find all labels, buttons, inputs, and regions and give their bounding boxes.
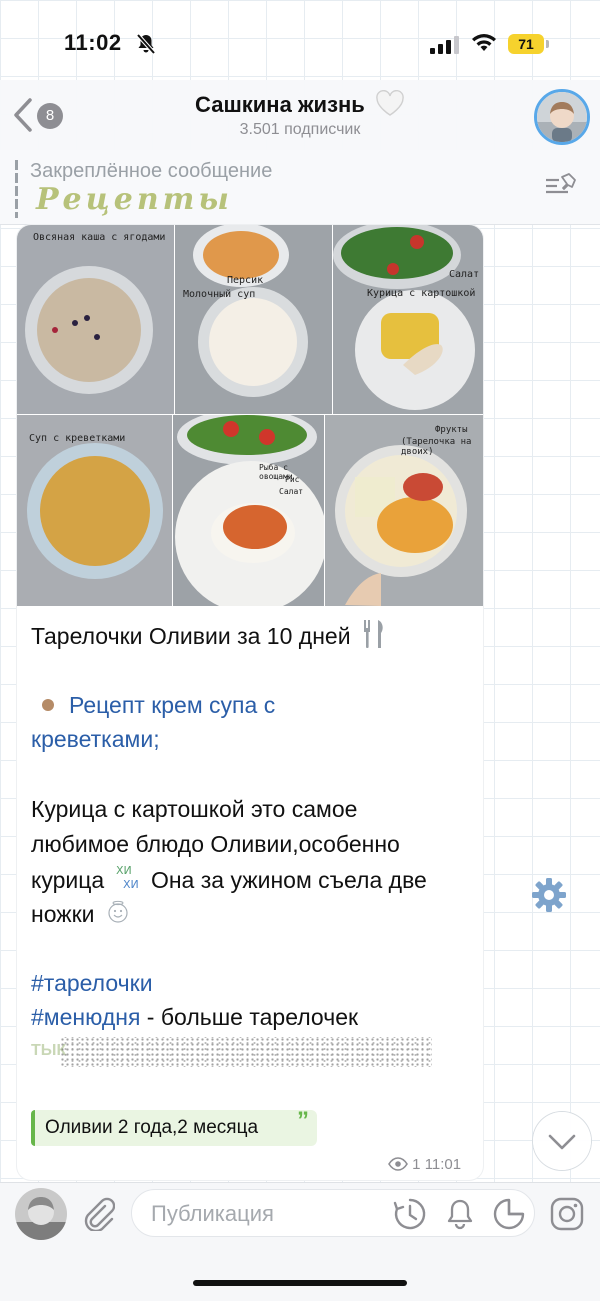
photo-label: Фрукты [435,425,468,435]
photo-label-2: Курица с картошкой [367,288,476,299]
paragraph-word: курица [31,867,105,893]
status-time: 11:02 [64,30,122,55]
hashtag-menudnya[interactable]: #менюдня [31,1004,140,1030]
photo-label: Персик [227,275,264,286]
hashtag-suffix: - больше тарелочек [140,1004,359,1030]
chevron-down-icon [548,1134,576,1150]
signal-icon [430,36,459,54]
photo-label-2: (Тарелочка на двоих) [401,437,472,457]
photo-chicken-potatoes[interactable]: Салат Курица с картошкой [333,225,483,414]
photo-milk-soup[interactable]: Персик Молочный суп [175,225,332,414]
message-title-line: Тарелочки Оливии за 10 дней [31,618,387,653]
spoiler-text[interactable] [60,1037,432,1067]
bell-off-icon [136,33,156,55]
home-indicator [193,1280,407,1286]
photo-fruits[interactable]: Фрукты (Тарелочка на двоих) [325,415,483,606]
message-meta: 1 11:01 [388,1156,461,1173]
wifi-icon [472,34,496,51]
sticker-icon[interactable] [492,1197,526,1231]
quote-bar [31,1110,35,1146]
view-count: 1 [412,1156,421,1173]
subscriber-count: 3.501 подписчик [239,121,361,138]
channel-avatar[interactable] [534,89,590,145]
paragraph-line-4: ножки [31,897,131,931]
battery-indicator: 71 [508,34,544,54]
pinned-text: Рецепты [36,182,233,217]
gear-icon[interactable] [530,876,568,914]
pinned-indicator [15,160,18,218]
instagram-icon[interactable] [549,1196,585,1232]
channel-title-text: Сашкина жизнь [195,92,365,117]
photo-label-2: Молочный суп [183,289,256,300]
dot-emoji [42,699,54,711]
paragraph-word-4: ножки [31,901,95,927]
photo-label: Суп с креветками [29,433,126,444]
hashtag-tarelochki[interactable]: #тарелочки [31,966,153,1000]
svg-text:ХИ: ХИ [116,864,132,877]
paragraph-line-2: любимое блюдо Оливии,особенно [31,831,400,857]
sender-avatar[interactable] [15,1188,67,1240]
photo-label: Салат [449,269,480,280]
fork-knife-emoji [363,620,383,648]
paragraph-line-1: Курица с картошкой это самое [31,796,358,822]
paragraph-rest: Она за ужином съела две [150,867,427,893]
photo-fish-rice[interactable]: Рыба с овощами Рис Салат [173,415,324,606]
battery-tip [546,40,549,48]
photo-label: Овсяная каша с ягодами [33,232,166,243]
paperclip-icon[interactable] [81,1197,115,1231]
message-input-placeholder: Публикация [151,1201,274,1226]
smile-emoji [108,900,128,923]
photo-label-2: Рис [285,475,300,484]
message-time: 11:01 [424,1156,462,1173]
pinned-label: Закреплённое сообщение [30,160,273,182]
eye-icon [388,1157,408,1171]
clock-icon[interactable] [393,1197,427,1231]
channel-title[interactable]: Сашкина жизнь [0,89,600,118]
white-heart-icon [376,89,404,116]
pinned-list-icon[interactable] [544,172,578,198]
hashtag-line: #менюдня - больше тарелочек [31,1000,358,1034]
hihi-emoji: ХИ ХИ [116,864,139,891]
quote-text: Оливии 2 года,2 месяца [45,1117,259,1138]
recipe-link[interactable]: Рецепт крем супа с [69,692,275,718]
scroll-down-button[interactable] [533,1112,591,1170]
photo-oatmeal[interactable]: Овсяная каша с ягодами [17,225,174,414]
svg-text:ХИ: ХИ [123,878,139,891]
paragraph-line-3: курица ХИ ХИ Она за ужином съела две [31,862,427,897]
bell-icon[interactable] [445,1198,475,1230]
recipe-link-line-2[interactable]: креветками; [31,722,160,756]
photo-shrimp-soup[interactable]: Суп с креветками [17,415,172,606]
photo-label-3: Салат [279,487,304,496]
quote-icon: ” [297,1107,309,1134]
recipe-link-line[interactable]: Рецепт крем супа с [31,688,275,722]
message-title: Тарелочки Оливии за 10 дней [31,623,351,649]
